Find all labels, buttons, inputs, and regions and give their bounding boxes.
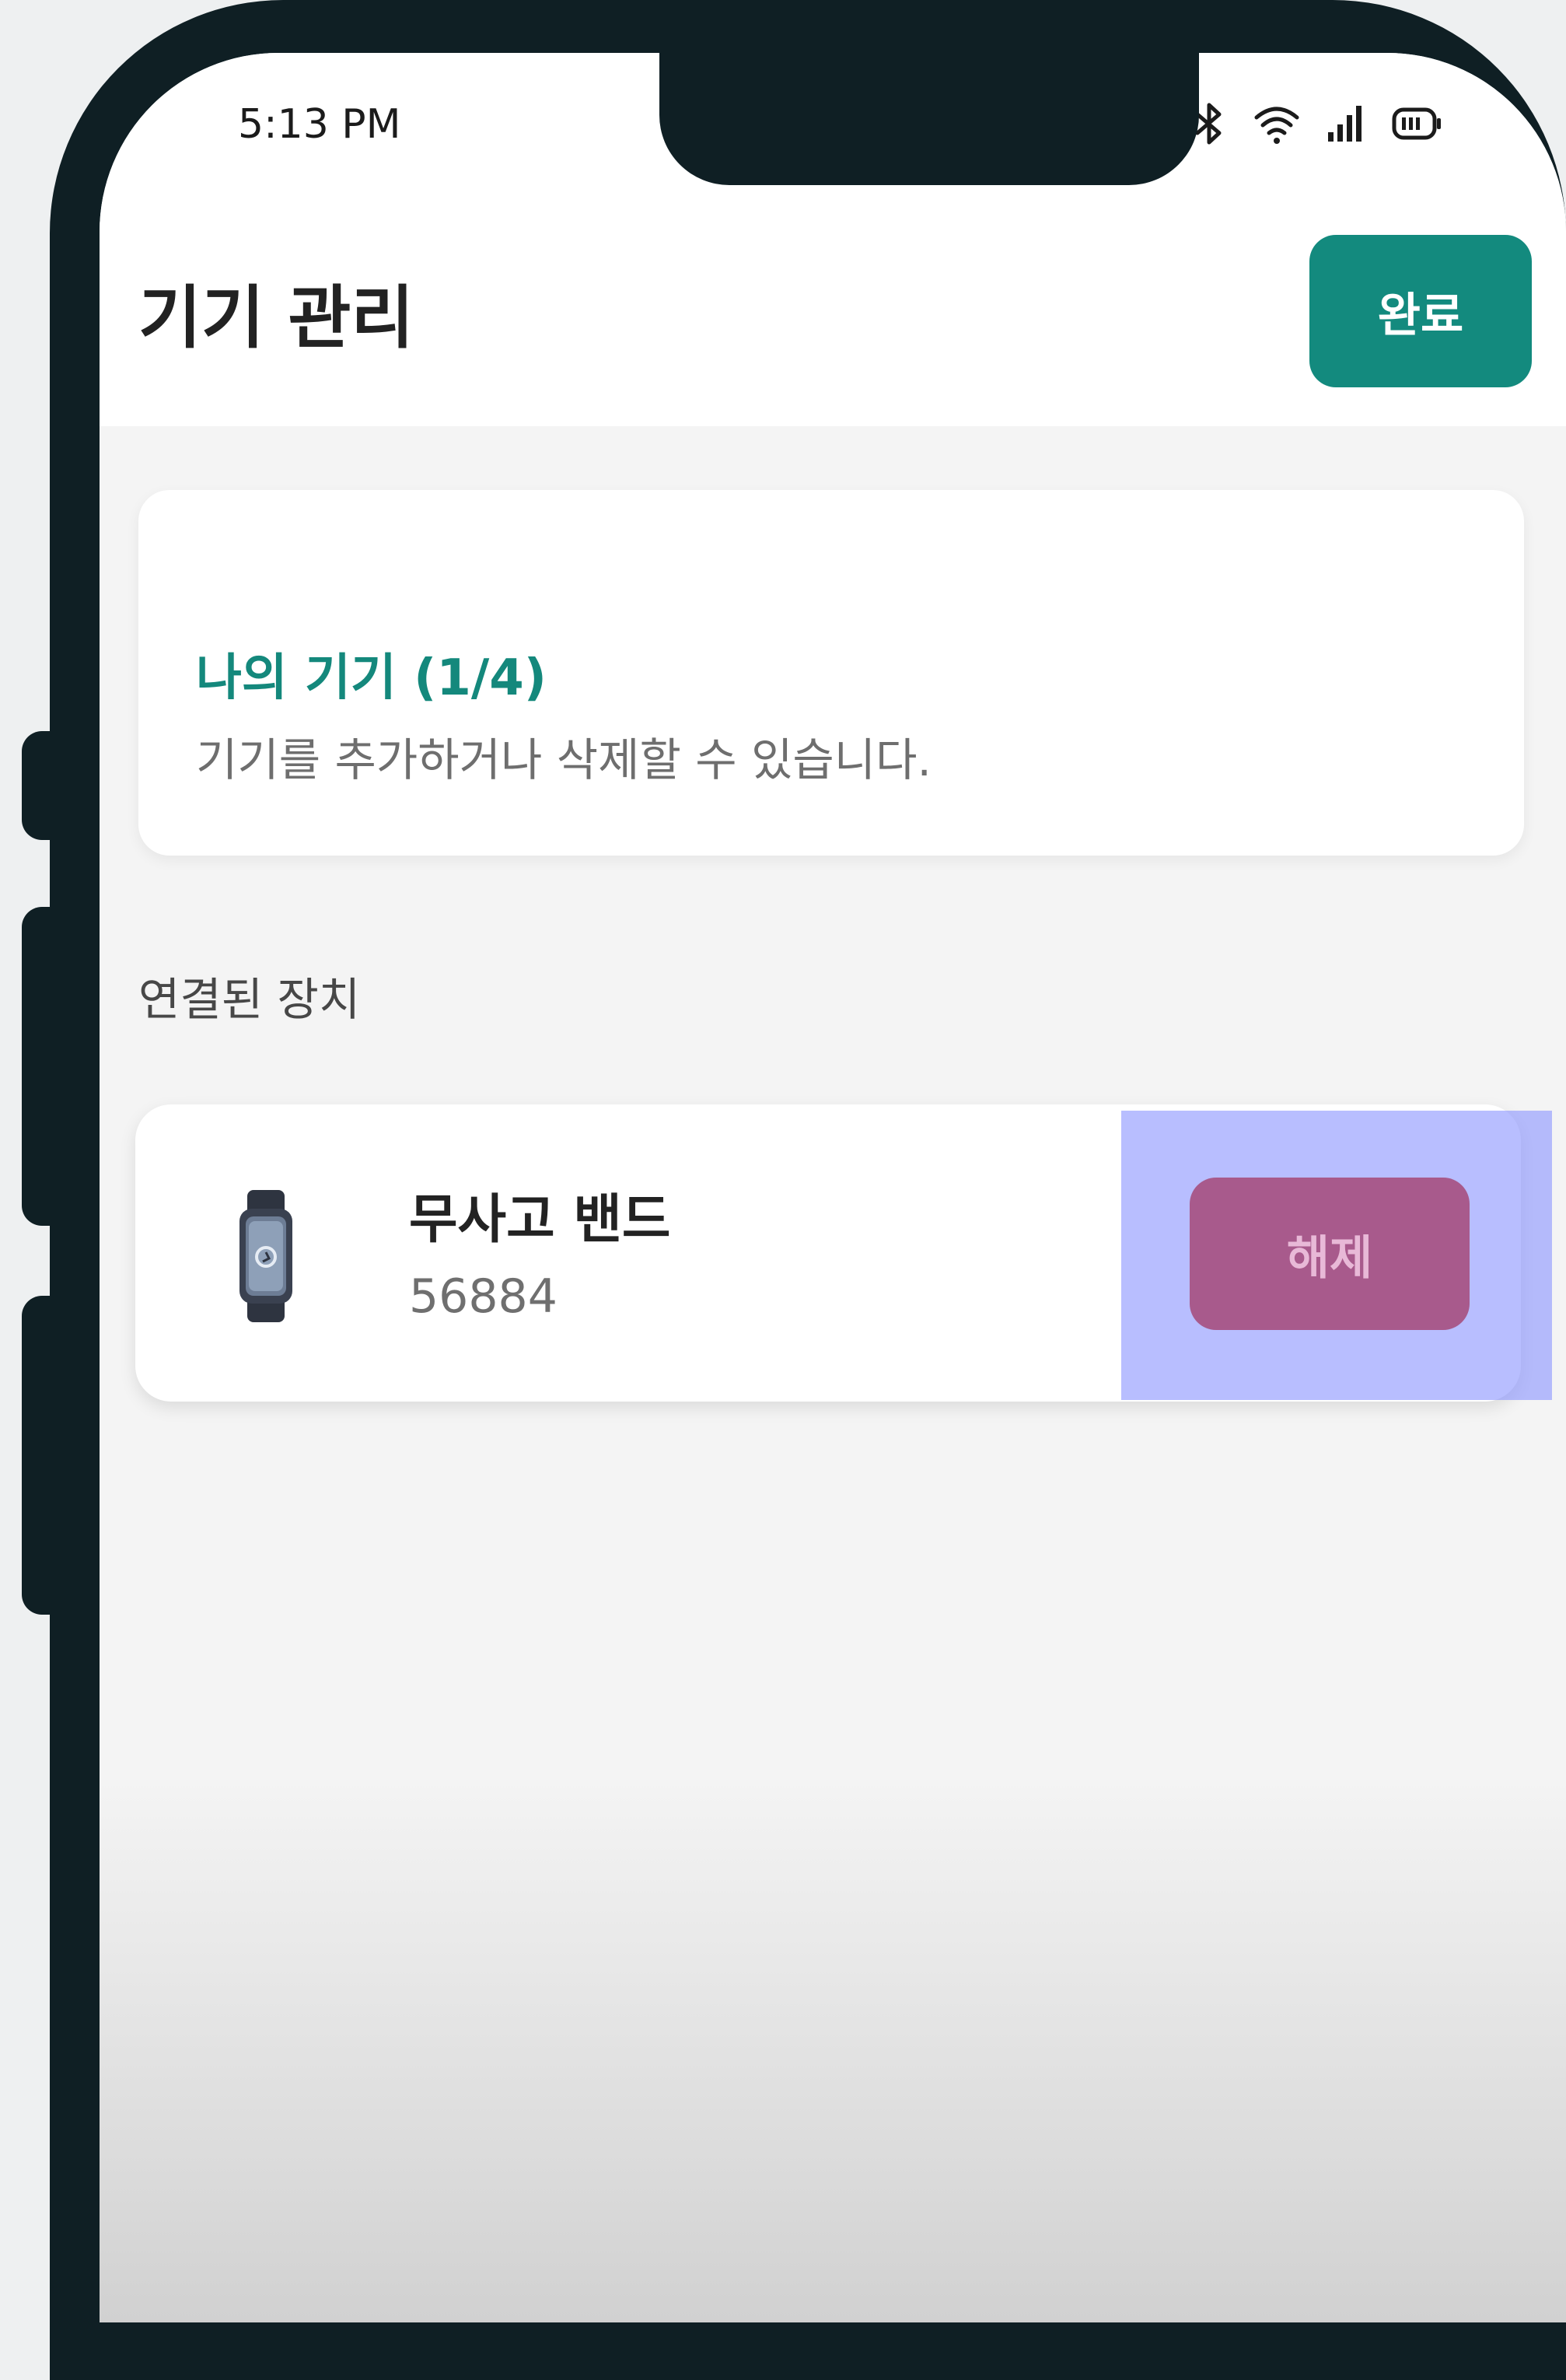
connected-devices-label: 연결된 장치 bbox=[138, 973, 361, 1026]
battery-icon bbox=[1392, 106, 1443, 142]
screen-bottom-fade bbox=[100, 1778, 1566, 2322]
phone-screen: 5:13 PM 기기 관리 완료 나의 기기 (1/4) 기기를 추가하거나 삭… bbox=[100, 53, 1566, 2322]
smart-band-icon bbox=[236, 1190, 295, 1325]
phone-notch bbox=[659, 53, 1199, 185]
page-title: 기기 관리 bbox=[138, 278, 414, 358]
wifi-icon bbox=[1253, 102, 1300, 145]
done-button[interactable]: 완료 bbox=[1309, 235, 1532, 387]
my-devices-title: 나의 기기 (1/4) bbox=[196, 649, 547, 707]
info-card: 나의 기기 (1/4) 기기를 추가하거나 삭제할 수 있습니다. bbox=[138, 490, 1524, 856]
device-id: 56884 bbox=[409, 1269, 558, 1324]
status-time: 5:13 PM bbox=[238, 101, 401, 148]
device-name: 무사고 밴드 bbox=[409, 1189, 671, 1251]
unlink-device-button[interactable]: 해제 bbox=[1190, 1178, 1470, 1330]
signal-icon bbox=[1327, 104, 1365, 143]
my-devices-description: 기기를 추가하거나 삭제할 수 있습니다. bbox=[196, 733, 932, 786]
